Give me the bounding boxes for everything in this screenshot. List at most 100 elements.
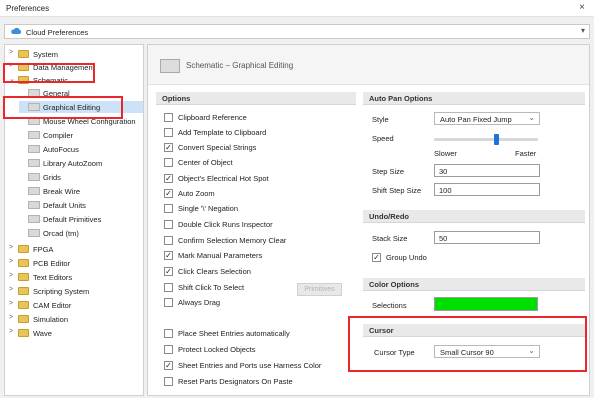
folder-icon (18, 273, 29, 281)
checkbox-group-undo[interactable]: ✓ Group Undo (372, 252, 462, 264)
tree-item-label: Compiler (43, 131, 74, 140)
tree-item-label: Text Editors (33, 273, 73, 282)
checkbox-add-template[interactable]: Add Template to Clipboard (164, 127, 354, 139)
checkbox-box[interactable]: ✓ (164, 143, 173, 152)
page-icon (28, 159, 40, 167)
shift-step-size-input[interactable]: 100 (434, 183, 540, 196)
checkbox-box[interactable] (164, 113, 173, 122)
cloud-preferences-combo[interactable]: Cloud Preferences ▾ (4, 24, 590, 39)
checkbox-box[interactable]: ✓ (372, 253, 381, 262)
checkbox-box[interactable] (164, 158, 173, 167)
checkbox-label: Always Drag (178, 298, 221, 307)
checkbox-box[interactable]: ✓ (164, 267, 173, 276)
tree-item-compiler[interactable]: Compiler (19, 129, 143, 141)
checkbox-box[interactable]: ✓ (164, 189, 173, 198)
title-bar: Preferences × (0, 0, 594, 17)
checkbox-shift-click-select[interactable]: Shift Click To Select (164, 282, 294, 294)
tree-item-autofocus[interactable]: AutoFocus (19, 143, 143, 155)
checkbox-box[interactable] (164, 298, 173, 307)
checkbox-box[interactable] (164, 283, 173, 292)
tree-item-library-autozoom[interactable]: Library AutoZoom (19, 157, 143, 169)
folder-icon (18, 50, 29, 58)
checkbox-label: Mark Manual Parameters (178, 251, 263, 260)
expand-arrow-icon[interactable]: > (9, 244, 17, 251)
checkbox-single-negation[interactable]: Single '\' Negation (164, 203, 354, 215)
schematic-page-icon (160, 59, 180, 73)
checkbox-place-sheet-entries[interactable]: Place Sheet Entries automatically (164, 328, 359, 340)
cloud-preferences-label: Cloud Preferences (26, 28, 89, 37)
page-icon (28, 173, 40, 181)
expand-arrow-icon[interactable]: > (9, 300, 17, 307)
tree-item-pcb-editor[interactable]: > PCB Editor (9, 257, 143, 269)
checkbox-label: Object's Electrical Hot Spot (178, 174, 269, 183)
checkbox-label: Clipboard Reference (178, 113, 247, 122)
tree-item-scripting-system[interactable]: > Scripting System (9, 285, 143, 297)
checkbox-double-click-inspector[interactable]: Double Click Runs Inspector (164, 219, 354, 231)
checkbox-mark-manual-parameters[interactable]: ✓ Mark Manual Parameters (164, 250, 354, 262)
tree-item-label: Grids (43, 173, 61, 182)
checkbox-box[interactable]: ✓ (164, 174, 173, 183)
highlight-box-schematic (3, 63, 95, 83)
page-header: Schematic – Graphical Editing (148, 45, 589, 85)
checkbox-box[interactable]: ✓ (164, 361, 173, 370)
page-icon (28, 187, 40, 195)
speed-slower-label: Slower (434, 149, 457, 158)
checkbox-label: Confirm Selection Memory Clear (178, 236, 287, 245)
page-icon (28, 131, 40, 139)
auto-pan-section-header: Auto Pan Options (363, 92, 585, 105)
folder-icon (18, 245, 29, 253)
tree-item-label: Wave (33, 329, 52, 338)
checkbox-box[interactable]: ✓ (164, 251, 173, 260)
tree-item-break-wire[interactable]: Break Wire (19, 185, 143, 197)
checkbox-reset-designators[interactable]: Reset Parts Designators On Paste (164, 376, 359, 388)
expand-arrow-icon[interactable]: > (9, 286, 17, 293)
checkbox-box[interactable] (164, 128, 173, 137)
tree-item-wave[interactable]: > Wave (9, 327, 143, 339)
checkbox-clipboard-reference[interactable]: Clipboard Reference (164, 112, 354, 124)
checkbox-auto-zoom[interactable]: ✓ Auto Zoom (164, 188, 354, 200)
speed-faster-label: Faster (515, 149, 537, 158)
speed-slider-thumb[interactable] (494, 134, 500, 145)
step-size-input[interactable]: 30 (434, 164, 540, 177)
checkbox-box[interactable] (164, 204, 173, 213)
auto-pan-style-select[interactable]: Auto Pan Fixed Jump ⌄ (434, 112, 540, 125)
checkbox-box[interactable] (164, 329, 173, 338)
tree-item-default-primitives[interactable]: Default Primitives (19, 213, 143, 225)
tree-item-default-units[interactable]: Default Units (19, 199, 143, 211)
highlight-box-graphical-editing (3, 96, 123, 119)
checkbox-convert-special-strings[interactable]: ✓ Convert Special Strings (164, 142, 354, 154)
tree-item-system[interactable]: > System (9, 48, 143, 60)
expand-arrow-icon[interactable]: > (9, 272, 17, 279)
chevron-down-icon[interactable]: ▾ (581, 26, 585, 35)
tree-item-grids[interactable]: Grids (19, 171, 143, 183)
close-icon[interactable]: × (579, 2, 585, 13)
checkbox-harness-color[interactable]: ✓ Sheet Entries and Ports use Harness Co… (164, 360, 359, 372)
checkbox-box[interactable] (164, 377, 173, 386)
checkbox-label: Protect Locked Objects (178, 345, 256, 354)
expand-arrow-icon[interactable]: > (9, 328, 17, 335)
expand-arrow-icon[interactable]: > (9, 49, 17, 56)
selections-color-swatch[interactable] (434, 297, 538, 311)
checkbox-label: Shift Click To Select (178, 283, 245, 292)
checkbox-electrical-hot-spot[interactable]: ✓ Object's Electrical Hot Spot (164, 173, 354, 185)
expand-arrow-icon[interactable]: > (9, 258, 17, 265)
checkbox-center-of-object[interactable]: Center of Object (164, 157, 354, 169)
tree-item-orcad[interactable]: Orcad (tm) (19, 227, 143, 239)
tree-item-simulation[interactable]: > Simulation (9, 313, 143, 325)
speed-slider-track[interactable] (434, 138, 538, 141)
tree-item-cam-editor[interactable]: > CAM Editor (9, 299, 143, 311)
checkbox-confirm-selection-memory[interactable]: Confirm Selection Memory Clear (164, 235, 354, 247)
cloud-icon (11, 27, 22, 34)
checkbox-click-clears-selection[interactable]: ✓ Click Clears Selection (164, 266, 354, 278)
primitives-button[interactable]: Primitives (297, 283, 342, 296)
stack-size-input[interactable]: 50 (434, 231, 540, 244)
tree-item-text-editors[interactable]: > Text Editors (9, 271, 143, 283)
checkbox-box[interactable] (164, 345, 173, 354)
checkbox-box[interactable] (164, 236, 173, 245)
expand-arrow-icon[interactable]: > (9, 314, 17, 321)
tree-item-fpga[interactable]: > FPGA (9, 243, 143, 255)
checkbox-box[interactable] (164, 220, 173, 229)
checkbox-label: Single '\' Negation (178, 204, 238, 213)
checkbox-protect-locked-objects[interactable]: Protect Locked Objects (164, 344, 359, 356)
checkbox-always-drag[interactable]: Always Drag (164, 297, 354, 309)
